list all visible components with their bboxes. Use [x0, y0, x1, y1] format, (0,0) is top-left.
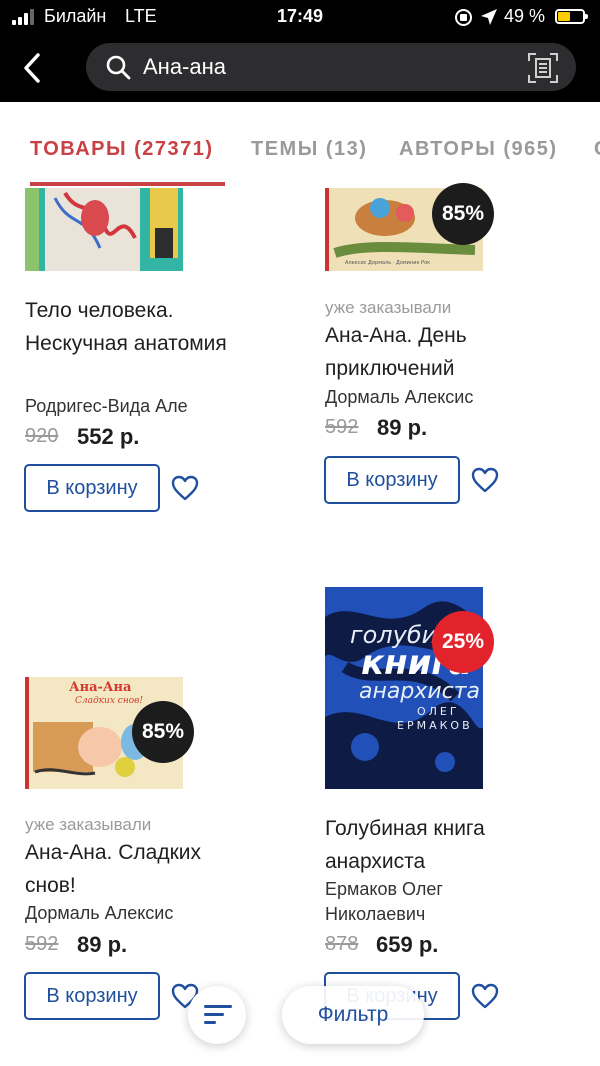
add-to-cart-button[interactable]: В корзину — [24, 972, 160, 1020]
product-author: Родригес-Вида Але — [25, 396, 188, 416]
cover-author-first: ОЛЕГ — [417, 705, 460, 718]
tab-more[interactable]: С — [594, 138, 600, 161]
battery-percent: 49 % — [504, 6, 546, 26]
favorite-heart-icon[interactable] — [471, 467, 499, 493]
cover-title: Ана-Ана — [69, 680, 132, 695]
already-ordered-note: уже заказывали — [25, 815, 152, 834]
add-to-cart-button[interactable]: В корзину — [24, 464, 160, 512]
app-header: Билайн LTE 17:49 49 % — [0, 0, 600, 102]
discount-badge: 25% — [432, 611, 494, 673]
price-old: 920 — [25, 425, 59, 447]
cover-author-last: ЕРМАКОВ — [397, 719, 473, 732]
status-bar: Билайн LTE 17:49 49 % — [0, 0, 600, 34]
add-to-cart-button[interactable]: В корзину — [324, 456, 460, 504]
product-author: Дормаль Алексис — [25, 903, 174, 923]
svg-text:Алексис Дормаль · Доминик Рок: Алексис Дормаль · Доминик Рок — [345, 260, 430, 266]
search-input[interactable] — [143, 53, 513, 81]
product-title[interactable]: Тело человека. Нескучная анатомия — [25, 294, 255, 360]
price-new: 89 р. — [377, 415, 428, 440]
price-old: 592 — [25, 933, 59, 955]
product-title[interactable]: Ана-Ана. Сладких снов! — [25, 836, 255, 902]
tab-authors[interactable]: АВТОРЫ (965) — [399, 138, 558, 161]
book-cover-image[interactable] — [25, 188, 183, 271]
sort-button[interactable] — [188, 986, 246, 1044]
product-title[interactable]: Голубиная книга анархиста — [325, 812, 585, 878]
location-arrow-icon — [481, 9, 497, 25]
price-old: 592 — [325, 416, 359, 438]
result-tabs: ТОВАРЫ (27371) ТЕМЫ (13) АВТОРЫ (965) С — [0, 102, 600, 188]
product-author: Дормаль Алексис — [325, 387, 474, 407]
favorite-heart-icon[interactable] — [471, 983, 499, 1009]
tab-topics[interactable]: ТЕМЫ (13) — [251, 138, 367, 161]
back-chevron-icon[interactable] — [16, 50, 50, 86]
active-tab-indicator — [30, 182, 225, 186]
price-new: 89 р. — [77, 932, 128, 957]
battery-icon — [555, 9, 588, 24]
price-new: 659 р. — [376, 932, 439, 957]
already-ordered-note: уже заказывали — [325, 298, 452, 317]
rotation-lock-icon — [455, 9, 472, 26]
price-new: 552 р. — [77, 424, 140, 449]
search-icon — [106, 55, 131, 80]
barcode-scan-icon[interactable] — [528, 53, 558, 83]
favorite-heart-icon[interactable] — [171, 475, 199, 501]
discount-badge: 85% — [432, 183, 494, 245]
search-bar[interactable] — [86, 43, 576, 91]
product-author: Ермаков Олег Николаевич — [325, 879, 443, 924]
price-old: 878 — [325, 933, 359, 955]
tab-products[interactable]: ТОВАРЫ (27371) — [30, 138, 214, 161]
filter-button[interactable]: Фильтр — [282, 986, 424, 1044]
product-title[interactable]: Ана-Ана. День приключений — [325, 319, 585, 385]
cover-subtitle: Сладких снов! — [75, 696, 144, 706]
sort-icon — [204, 1005, 232, 1008]
discount-badge: 85% — [132, 701, 194, 763]
cover-word-3: анархиста — [359, 679, 481, 704]
